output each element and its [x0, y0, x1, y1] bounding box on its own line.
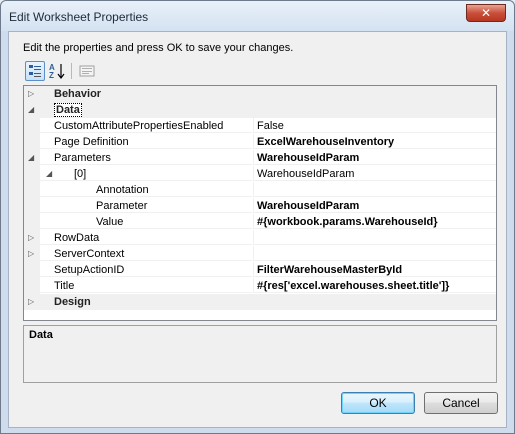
grid-margin: [24, 134, 40, 150]
property-row[interactable]: Title #{res['excel.warehouses.sheet.title…: [24, 278, 496, 294]
property-grid[interactable]: ▷ Behavior ◢ Data CustomAttributePropertiesE…: [23, 85, 497, 321]
categorized-button[interactable]: [25, 61, 45, 81]
close-button[interactable]: ✕: [466, 4, 506, 22]
property-grid-toolbar: A Z: [23, 61, 507, 81]
instruction-text: Edit the properties and press OK to save…: [23, 42, 294, 54]
cancel-button[interactable]: Cancel: [424, 392, 498, 414]
property-name-label: Data: [54, 103, 82, 117]
grid-margin: [24, 182, 40, 198]
collapse-icon[interactable]: ◢: [28, 154, 36, 162]
description-pane: Data: [23, 325, 497, 383]
property-name: ServerContext: [40, 246, 252, 261]
property-row[interactable]: Page Definition ExcelWarehouseInventory: [24, 134, 496, 150]
window-title: Edit Worksheet Properties: [9, 10, 149, 24]
property-name: CustomAttributePropertiesEnabled: [40, 118, 252, 133]
description-title: Data: [29, 329, 53, 341]
property-name: Behavior: [40, 86, 496, 101]
property-value[interactable]: ExcelWarehouseInventory: [253, 134, 496, 149]
property-pages-button[interactable]: [77, 61, 97, 81]
category-row[interactable]: ▷ Behavior: [24, 86, 496, 102]
ok-button[interactable]: OK: [341, 392, 415, 414]
property-value[interactable]: WarehouseIdParam: [253, 198, 496, 213]
property-value[interactable]: False: [253, 118, 496, 133]
property-name-label: Annotation: [96, 184, 149, 196]
property-name-label: Behavior: [54, 88, 102, 100]
property-row[interactable]: Value #{workbook.params.WarehouseId}: [24, 214, 496, 230]
property-name: SetupActionID: [40, 262, 252, 277]
property-value[interactable]: [253, 182, 496, 197]
property-row[interactable]: Annotation: [24, 182, 496, 198]
grid-margin: [24, 262, 40, 278]
property-value[interactable]: WarehouseIdParam: [253, 150, 496, 165]
toolbar-separator: [71, 63, 72, 79]
dialog-client-area: Edit the properties and press OK to save…: [8, 31, 507, 428]
property-name: Value: [40, 214, 252, 229]
property-name-label: SetupActionID: [54, 264, 125, 276]
property-name-label: RowData: [54, 232, 100, 244]
expand-icon[interactable]: ▷: [28, 250, 36, 258]
svg-text:Z: Z: [49, 71, 54, 80]
property-name: Parameters: [40, 150, 252, 165]
alphabetical-icon: A Z: [49, 63, 65, 80]
categorized-icon: [29, 65, 41, 77]
property-row[interactable]: ▷ RowData: [24, 230, 496, 246]
property-name: Design: [40, 294, 496, 309]
property-name-label: CustomAttributePropertiesEnabled: [54, 120, 224, 132]
property-row[interactable]: SetupActionID FilterWarehouseMasterById: [24, 262, 496, 278]
property-value[interactable]: [253, 246, 496, 261]
grid-margin: [24, 278, 40, 294]
close-icon: ✕: [480, 6, 492, 20]
property-name: Page Definition: [40, 134, 252, 149]
grid-margin: [24, 214, 40, 230]
property-name-label: Design: [54, 296, 91, 308]
property-name: Annotation: [40, 182, 252, 197]
collapse-icon[interactable]: ◢: [28, 106, 36, 114]
property-value[interactable]: #{workbook.params.WarehouseId}: [253, 214, 496, 229]
property-row[interactable]: ▷ ServerContext: [24, 246, 496, 262]
property-name: [0]: [40, 166, 252, 181]
property-name-label: Parameter: [96, 200, 148, 212]
expand-icon[interactable]: ▷: [28, 234, 36, 242]
property-name-label: Page Definition: [54, 136, 129, 148]
property-value[interactable]: FilterWarehouseMasterById: [253, 262, 496, 277]
property-pages-icon: [79, 65, 95, 77]
dialog-window: Edit Worksheet Properties ✕ Edit the pro…: [0, 0, 515, 434]
property-name-label: Title: [54, 280, 75, 292]
category-row[interactable]: ◢ Data: [24, 102, 496, 118]
property-value[interactable]: WarehouseIdParam: [253, 166, 496, 181]
property-grid-rows: ▷ Behavior ◢ Data CustomAttributePropertiesE…: [24, 86, 496, 310]
property-name: Title: [40, 278, 252, 293]
category-row[interactable]: ▷ Design: [24, 294, 496, 310]
property-name-label: ServerContext: [54, 248, 125, 260]
title-bar: Edit Worksheet Properties ✕: [1, 1, 514, 31]
property-row[interactable]: ◢ [0] WarehouseIdParam: [24, 166, 496, 182]
property-name-label: Value: [96, 216, 124, 228]
property-name: Data: [40, 102, 496, 117]
grid-margin: [24, 198, 40, 214]
property-row[interactable]: Parameter WarehouseIdParam: [24, 198, 496, 214]
alphabetical-button[interactable]: A Z: [47, 61, 67, 81]
property-name-label: [0]: [74, 168, 87, 180]
expand-icon[interactable]: ▷: [28, 90, 36, 98]
grid-margin: [24, 118, 40, 134]
property-name-label: Parameters: [54, 152, 111, 164]
property-name: RowData: [40, 230, 252, 245]
property-value[interactable]: [253, 230, 496, 245]
property-name: Parameter: [40, 198, 252, 213]
property-row[interactable]: ◢ Parameters WarehouseIdParam: [24, 150, 496, 166]
property-row[interactable]: CustomAttributePropertiesEnabled False: [24, 118, 496, 134]
expand-icon[interactable]: ▷: [28, 298, 36, 306]
property-value[interactable]: #{res['excel.warehouses.sheet.title']}: [253, 278, 496, 293]
grid-margin: [24, 166, 40, 182]
